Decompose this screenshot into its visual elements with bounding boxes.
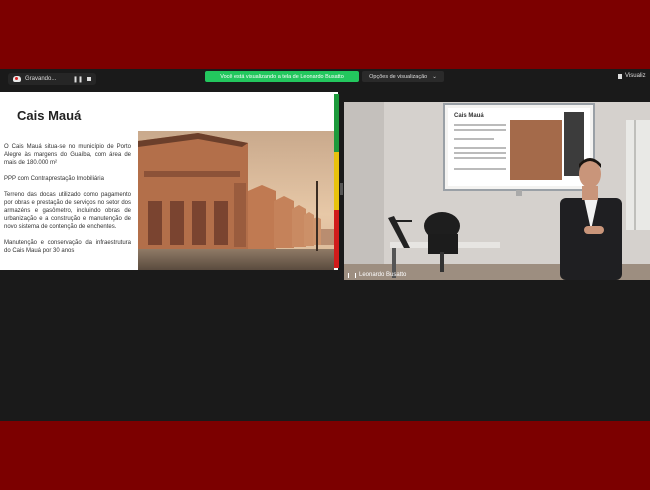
slide-paragraph: O Cais Mauá situa-se no município de Por…: [4, 144, 131, 166]
participant-name: Leonardo Busatto: [359, 272, 407, 278]
slide-paragraph: PPP com Contraprestação Imobiliária: [4, 176, 104, 182]
slide-paragraph: Manutenção e conservação da infraestrutu…: [4, 240, 131, 254]
shared-screen-slide: Cais Mauá O Cais Mauá situa-se no municí…: [0, 92, 338, 270]
stop-icon[interactable]: [87, 77, 91, 81]
view-icon: [618, 73, 622, 79]
screen-share-banner: Você está visualizando a tela de Leonard…: [205, 71, 359, 82]
view-options-label: Opções de visualização: [369, 73, 428, 80]
view-mode-button[interactable]: Visualiz: [618, 73, 646, 79]
recording-indicator[interactable]: Gravando... ❚❚: [8, 73, 96, 85]
slide-body: O Cais Mauá situa-se no município de Por…: [4, 143, 131, 263]
video-frame: Cais Mauá: [344, 102, 650, 280]
view-options-button[interactable]: Opções de visualização ⌄: [362, 71, 444, 82]
pause-icon[interactable]: ❚❚: [73, 76, 83, 83]
cais-maua-warehouse-photo: [138, 131, 334, 270]
split-resize-handle[interactable]: [340, 183, 343, 195]
slide-paragraph: Terreno das docas utilizado como pagamen…: [4, 192, 131, 230]
projected-slide-title: Cais Mauá: [454, 113, 484, 119]
meeting-topbar: Gravando... ❚❚ Você está visualizando a …: [0, 69, 650, 87]
flag-accent-bar: [334, 94, 339, 268]
mic-signal-icon: [348, 272, 356, 278]
chevron-down-icon: ⌄: [432, 73, 437, 80]
recording-label: Gravando...: [25, 76, 57, 82]
view-mode-label: Visualiz: [625, 73, 646, 79]
cloud-record-icon: [13, 76, 21, 82]
participant-name-tag: Leonardo Busatto: [348, 272, 406, 278]
slide-title: Cais Mauá: [17, 108, 82, 123]
participant-video[interactable]: Cais Mauá Leonardo Busatto: [344, 102, 650, 280]
